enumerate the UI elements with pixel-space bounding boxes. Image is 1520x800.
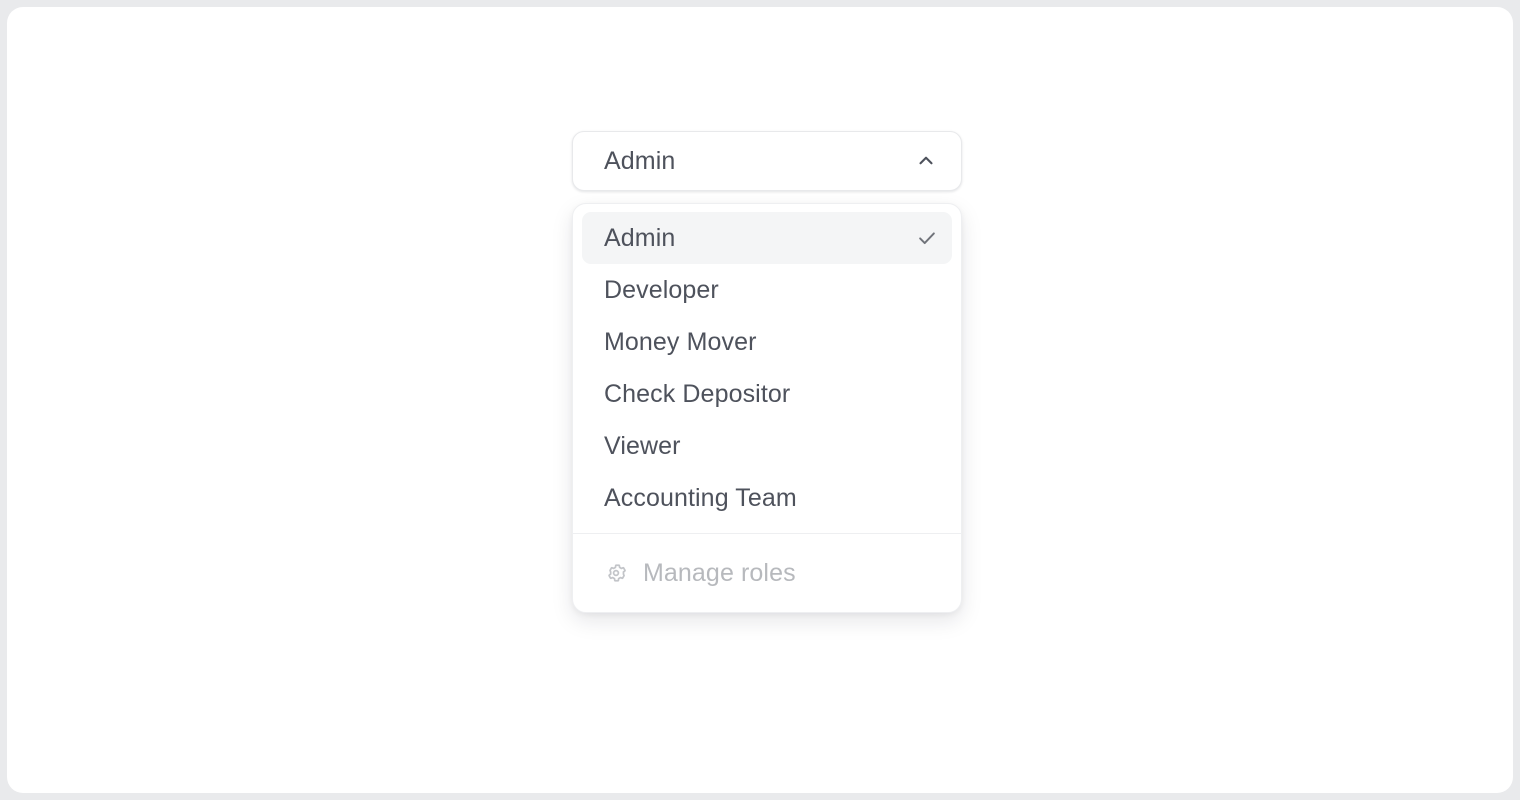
option-label: Admin — [604, 223, 676, 252]
chevron-up-icon[interactable] — [913, 148, 939, 174]
option-label: Developer — [604, 275, 719, 304]
role-select-value: Admin — [604, 146, 676, 175]
option-label: Viewer — [604, 431, 681, 460]
page-canvas: Admin Admin Developer Money Mover Check … — [7, 7, 1513, 793]
role-option-admin[interactable]: Admin — [582, 212, 952, 264]
role-option-money-mover[interactable]: Money Mover — [582, 316, 952, 368]
role-option-check-depositor[interactable]: Check Depositor — [582, 368, 952, 420]
role-dropdown-panel: Admin Developer Money Mover Check Deposi… — [572, 203, 962, 613]
option-label: Money Mover — [604, 327, 757, 356]
role-option-accounting-team[interactable]: Accounting Team — [582, 472, 952, 524]
role-option-viewer[interactable]: Viewer — [582, 420, 952, 472]
gear-icon — [604, 561, 628, 585]
manage-roles-label: Manage roles — [643, 558, 796, 587]
role-option-developer[interactable]: Developer — [582, 264, 952, 316]
role-option-list: Admin Developer Money Mover Check Deposi… — [573, 212, 961, 533]
manage-roles-item[interactable]: Manage roles — [573, 534, 961, 612]
option-label: Accounting Team — [604, 483, 797, 512]
role-select-trigger[interactable]: Admin — [572, 131, 962, 191]
check-icon — [915, 226, 939, 250]
option-label: Check Depositor — [604, 379, 791, 408]
